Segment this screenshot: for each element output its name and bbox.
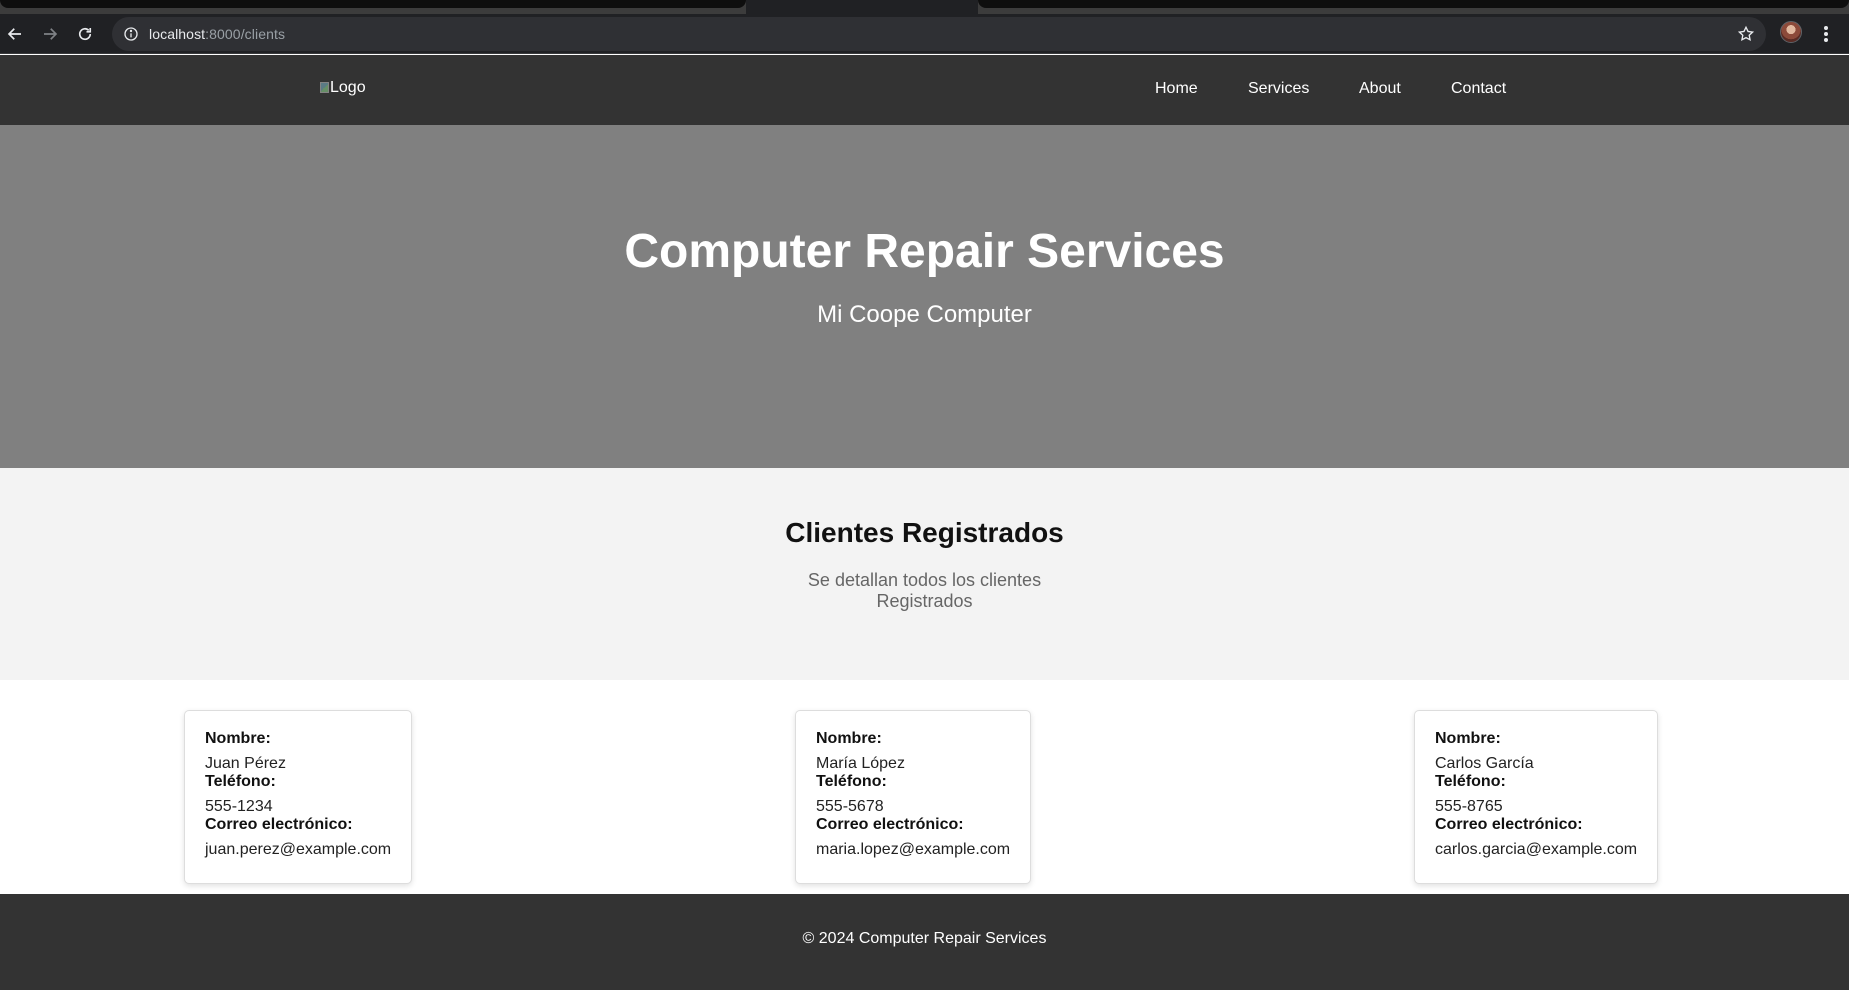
browser-tab[interactable]: [978, 0, 1849, 8]
broken-image-icon: [320, 81, 329, 93]
nav-link-contact[interactable]: Contact: [1451, 80, 1506, 98]
hero-section: Computer Repair Services Mi Coope Comput…: [0, 125, 1849, 468]
site-footer: © 2024 Computer Repair Services: [0, 894, 1849, 990]
section-description: Se detallan todos los clientes Registrad…: [807, 570, 1042, 611]
email-label: Correo electrónico:: [816, 816, 964, 833]
nav-link-about[interactable]: About: [1359, 80, 1401, 98]
browser-tab-active[interactable]: [746, 0, 978, 14]
client-phone: 555-5678: [816, 798, 884, 815]
star-icon[interactable]: [1736, 24, 1756, 44]
logo-alt-text: Logo: [330, 79, 366, 96]
name-label: Nombre:: [205, 730, 271, 747]
nav-link-home[interactable]: Home: [1155, 80, 1198, 98]
url-path: :8000/clients: [205, 26, 286, 42]
footer-text: © 2024 Computer Repair Services: [802, 930, 1047, 947]
phone-label: Teléfono:: [816, 773, 887, 790]
phone-label: Teléfono:: [1435, 773, 1506, 790]
client-phone: 555-8765: [1435, 798, 1503, 815]
email-label: Correo electrónico:: [205, 816, 353, 833]
email-label: Correo electrónico:: [1435, 816, 1583, 833]
section-heading: Clientes Registrados: [785, 517, 1064, 548]
profile-avatar[interactable]: [1780, 21, 1802, 43]
forward-icon[interactable]: [37, 21, 63, 47]
back-icon[interactable]: [2, 21, 28, 47]
client-email: maria.lopez@example.com: [816, 841, 1011, 858]
clients-list: Nombre: Juan Pérez Teléfono: 555-1234 Co…: [0, 680, 1849, 894]
client-email: juan.perez@example.com: [205, 841, 392, 858]
name-label: Nombre:: [1435, 730, 1501, 747]
client-phone: 555-1234: [205, 798, 273, 815]
tab-strip: [0, 0, 1849, 14]
client-name: María López: [816, 755, 905, 772]
hero-subtitle: Mi Coope Computer: [817, 301, 1032, 328]
client-name: Carlos García: [1435, 755, 1534, 772]
browser-tab[interactable]: [0, 0, 746, 8]
client-card: Nombre: María López Teléfono: 555-5678 C…: [795, 710, 1031, 884]
url-text: localhost:8000/clients: [149, 26, 285, 42]
address-bar[interactable]: localhost:8000/clients: [112, 17, 1766, 51]
client-card: Nombre: Juan Pérez Teléfono: 555-1234 Co…: [184, 710, 412, 884]
phone-label: Teléfono:: [205, 773, 276, 790]
client-email: carlos.garcia@example.com: [1435, 841, 1638, 858]
browser-toolbar: localhost:8000/clients: [0, 14, 1849, 54]
url-host: localhost: [149, 26, 206, 42]
site-info-icon[interactable]: [114, 17, 148, 51]
reload-icon[interactable]: [72, 21, 98, 47]
menu-icon[interactable]: [1816, 23, 1836, 45]
name-label: Nombre:: [816, 730, 882, 747]
clients-intro-section: Clientes Registrados Se detallan todos l…: [0, 468, 1849, 680]
logo[interactable]: Logo: [320, 79, 366, 97]
client-name: Juan Pérez: [205, 755, 286, 772]
nav-link-services[interactable]: Services: [1248, 80, 1309, 98]
hero-title: Computer Repair Services: [624, 225, 1225, 278]
client-card: Nombre: Carlos García Teléfono: 555-8765…: [1414, 710, 1658, 884]
site-navbar: Logo Home Services About Contact: [0, 55, 1849, 125]
